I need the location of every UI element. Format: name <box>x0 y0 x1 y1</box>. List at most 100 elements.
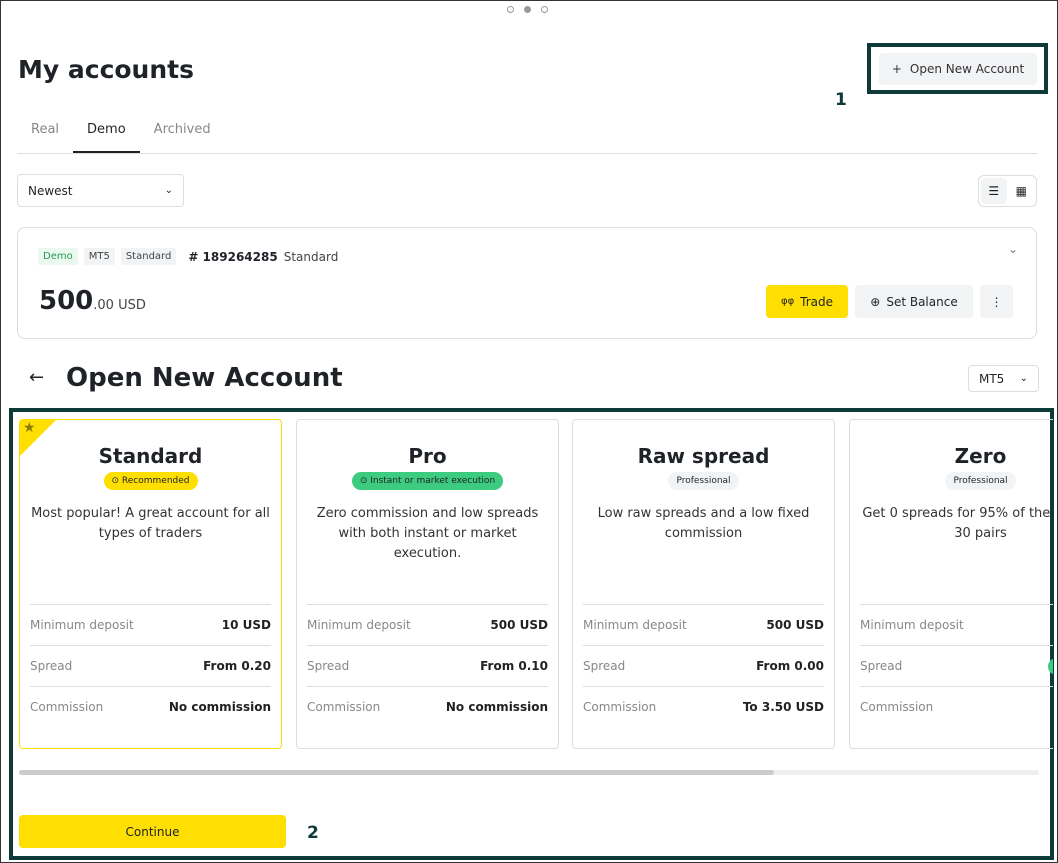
row-label: Commission <box>30 700 104 714</box>
view-toggle: ☰ ▦ <box>978 175 1037 207</box>
sort-select[interactable]: Newest ⌄ <box>17 174 184 207</box>
detail-row: Commission No commission <box>30 686 271 727</box>
card-details: Minimum deposit 500 USD Spread From 0.10 Com… <box>307 604 548 727</box>
check-circle-icon: ⊙ <box>359 476 371 486</box>
balance-dec: .00 USD <box>93 298 146 313</box>
detail-row: Minimum deposit <box>860 604 1053 645</box>
row-label: Minimum deposit <box>30 618 134 632</box>
row-label: Minimum deposit <box>860 618 964 632</box>
open-new-account-button[interactable]: + Open New Account <box>879 53 1037 85</box>
section-title: Open New Account <box>66 363 343 393</box>
annotation-2: 2 <box>307 823 319 843</box>
card-badge: ⊙ Recommended <box>103 472 198 490</box>
divider <box>17 153 1037 154</box>
dot[interactable] <box>507 6 514 13</box>
back-arrow-icon[interactable]: ← <box>29 367 44 388</box>
account-type-card[interactable]: Raw spread Professional Low raw spreads … <box>572 419 835 749</box>
badge-text: Professional <box>676 476 731 486</box>
detail-row: Spread From 0.00 <box>583 645 824 686</box>
platform-value: MT5 <box>979 371 1005 386</box>
row-label: Minimum deposit <box>307 618 411 632</box>
detail-row: Minimum deposit 500 USD <box>583 604 824 645</box>
detail-row: Commission No commission <box>307 686 548 727</box>
row-value: From 0.10 <box>480 659 548 673</box>
card-badge: ⊙ Instant or market execution <box>351 472 504 490</box>
scrollbar-thumb[interactable] <box>19 770 774 775</box>
carousel-dots[interactable] <box>507 6 548 13</box>
row-value: No commission <box>445 700 548 714</box>
detail-row: CommissionFro <box>860 686 1053 727</box>
expand-chevron-icon[interactable]: ⌄ <box>1008 242 1018 256</box>
card-title: Zero <box>954 444 1007 468</box>
card-description: Get 0 spreads for 95% of the day on 30 p… <box>862 506 1053 541</box>
card-title: Raw spread <box>637 444 770 468</box>
page-title: My accounts <box>18 55 194 84</box>
account-type-card[interactable]: Zero Professional Get 0 spreads for 95% … <box>849 419 1053 749</box>
row-label: Spread <box>860 659 903 673</box>
annotation-1: 1 <box>835 90 847 110</box>
tab-archived[interactable]: Archived <box>140 119 225 154</box>
account-header: Demo MT5 Standard # 189264285 Standard <box>38 248 338 265</box>
button-label: Open New Account <box>909 62 1025 76</box>
download-circle-icon: ⊕ <box>870 294 881 309</box>
account-type-card[interactable]: Pro ⊙ Instant or market execution Zero c… <box>296 419 559 749</box>
badge-text: Instant or market execution <box>370 476 496 486</box>
sort-value: Newest <box>28 183 73 198</box>
chevron-down-icon: ⌄ <box>1019 373 1028 384</box>
best-badge: ⊙ Best <box>1047 657 1053 675</box>
card-description: Zero commission and low spreads with bot… <box>316 506 539 561</box>
plus-icon: + <box>891 62 902 76</box>
row-value: To 3.50 USD <box>742 700 824 714</box>
row-value: 10 USD <box>221 618 271 632</box>
list-view-icon[interactable]: ☰ <box>981 178 1007 204</box>
set-balance-button[interactable]: ⊕ Set Balance <box>855 285 973 318</box>
detail-row: Spread From 0.20 <box>30 645 271 686</box>
button-label: Continue <box>125 824 180 839</box>
grid-view-icon[interactable]: ▦ <box>1009 178 1035 204</box>
row-value: From 0.20 <box>203 659 271 673</box>
row-label: Spread <box>307 659 350 673</box>
row-label: Minimum deposit <box>583 618 687 632</box>
account-tabs: Real Demo Archived <box>17 119 225 154</box>
continue-button[interactable]: Continue <box>19 815 286 848</box>
badge-platform: MT5 <box>83 248 115 265</box>
button-label: Set Balance <box>886 294 958 309</box>
detail-row: Spread From 0.10 <box>307 645 548 686</box>
balance: 500.00 USD <box>39 286 146 316</box>
star-icon: ★ <box>23 420 36 436</box>
badge-text: Professional <box>953 476 1008 486</box>
account-type-card[interactable]: ★ Standard ⊙ Recommended Most popular! A … <box>19 419 282 749</box>
row-label: Spread <box>30 659 73 673</box>
trade-button[interactable]: φφ Trade <box>766 285 848 318</box>
card-title: Pro <box>408 444 447 468</box>
row-value: No commission <box>168 700 271 714</box>
tab-real[interactable]: Real <box>17 119 73 154</box>
kebab-icon: ⋮ <box>990 294 1003 309</box>
more-options-button[interactable]: ⋮ <box>980 285 1013 318</box>
card-description: Most popular! A great account for all ty… <box>31 506 270 541</box>
card-details: Minimum deposit 500 USD Spread From 0.00 Com… <box>583 604 824 727</box>
detail-row: Minimum deposit 10 USD <box>30 604 271 645</box>
card-title: Standard <box>98 444 203 468</box>
detail-row: Spread ⊙ Best <box>860 645 1053 686</box>
badge-text: Recommended <box>121 476 190 486</box>
badge-type: Standard <box>120 248 177 265</box>
card-badge: Professional <box>945 472 1016 490</box>
card-details: Minimum deposit Spread ⊙ Best CommissionFro <box>860 604 1053 727</box>
account-types-carousel: ★ Standard ⊙ Recommended Most popular! A … <box>9 409 1053 859</box>
candles-icon: φφ <box>780 296 795 307</box>
account-number: # 189264285 <box>188 249 278 264</box>
dot[interactable] <box>541 6 548 13</box>
platform-select[interactable]: MT5 ⌄ <box>968 365 1039 392</box>
card-details: Minimum deposit 10 USD Spread From 0.20 Comm… <box>30 604 271 727</box>
dot-active[interactable] <box>524 6 531 13</box>
card-badge: Professional <box>668 472 739 490</box>
balance-int: 500 <box>39 286 94 316</box>
horizontal-scrollbar[interactable] <box>19 770 1039 775</box>
check-circle-icon: ⊙ <box>111 476 122 486</box>
detail-row: Minimum deposit 500 USD <box>307 604 548 645</box>
tab-demo[interactable]: Demo <box>73 119 140 154</box>
row-value: 500 USD <box>766 618 824 632</box>
row-label: Commission <box>583 700 657 714</box>
row-label: Commission <box>860 700 934 714</box>
